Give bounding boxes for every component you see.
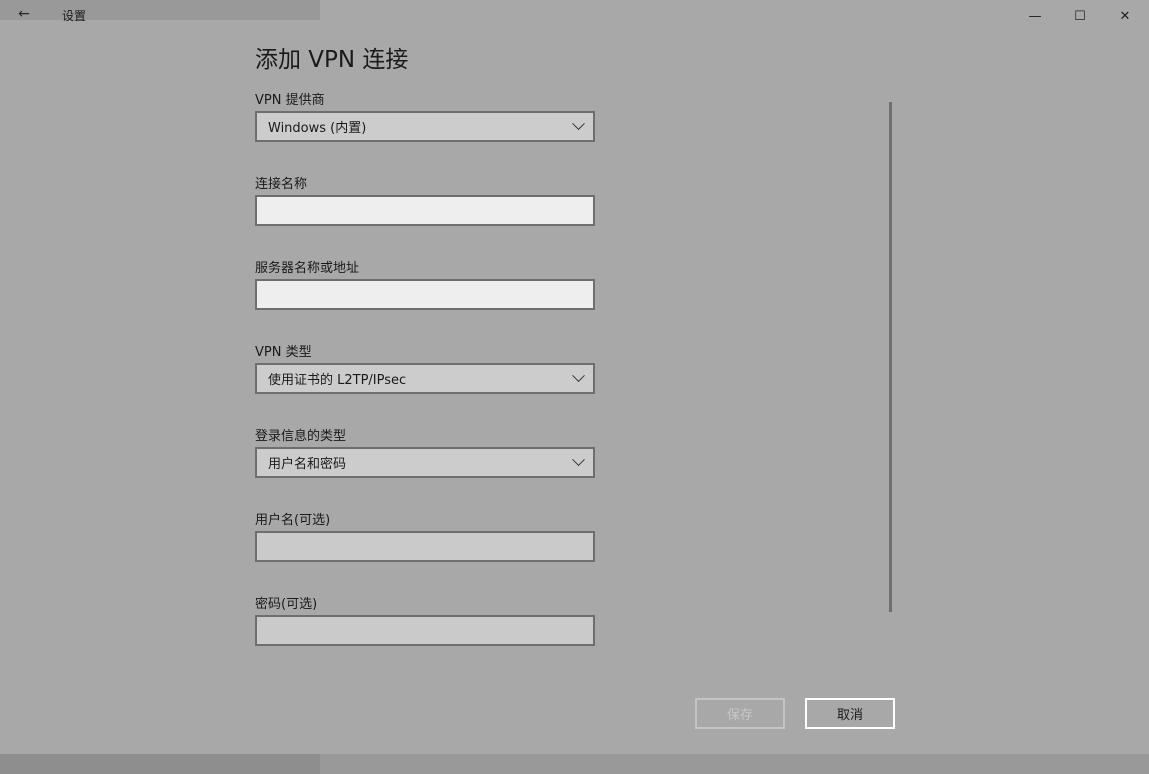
vpn-provider-label: VPN 提供商 [255, 93, 325, 108]
bottom-bar-left-pane [0, 754, 320, 774]
password-input[interactable] [255, 615, 595, 646]
back-arrow-icon[interactable]: ← [10, 4, 38, 24]
page-title: 添加 VPN 连接 [255, 47, 409, 73]
cancel-button[interactable]: 取消 [805, 698, 895, 729]
minimize-icon[interactable]: — [1012, 2, 1058, 30]
app-title: 设置 [62, 9, 87, 23]
chevron-down-icon [572, 117, 585, 131]
vpn-provider-value: Windows (内置) [268, 121, 367, 136]
scrollbar[interactable] [889, 102, 892, 612]
chevron-down-icon [572, 369, 585, 383]
chevron-down-icon [572, 453, 585, 467]
bottom-bar [0, 754, 1149, 774]
server-address-input[interactable] [255, 279, 595, 310]
vpn-provider-select[interactable]: Windows (内置) [255, 111, 595, 142]
server-address-label: 服务器名称或地址 [255, 261, 360, 276]
password-label: 密码(可选) [255, 597, 318, 612]
vpn-type-value: 使用证书的 L2TP/IPsec [268, 373, 407, 388]
connection-name-label: 连接名称 [255, 177, 308, 192]
username-input[interactable] [255, 531, 595, 562]
username-label: 用户名(可选) [255, 513, 331, 528]
maximize-icon[interactable]: ☐ [1057, 2, 1103, 30]
vpn-type-label: VPN 类型 [255, 345, 312, 360]
save-button[interactable]: 保存 [695, 698, 785, 729]
signin-type-label: 登录信息的类型 [255, 429, 347, 444]
signin-type-select[interactable]: 用户名和密码 [255, 447, 595, 478]
signin-type-value: 用户名和密码 [268, 457, 347, 472]
title-bar: ← 设置 — ☐ ✕ [0, 0, 1149, 32]
vpn-type-select[interactable]: 使用证书的 L2TP/IPsec [255, 363, 595, 394]
close-icon[interactable]: ✕ [1102, 2, 1148, 30]
connection-name-input[interactable] [255, 195, 595, 226]
title-bar-left-pane [0, 0, 320, 20]
